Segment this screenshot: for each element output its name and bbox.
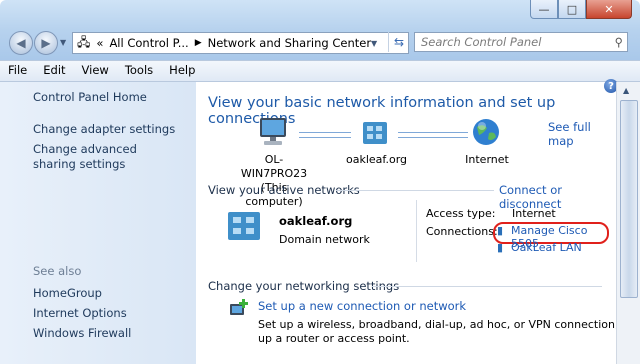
- domain-network-icon: [363, 122, 387, 144]
- vpn-connection-icon: ▮: [497, 224, 504, 237]
- recent-pages-chevron-icon[interactable]: ▼: [60, 38, 66, 47]
- setup-connection-desc-2: up a router or access point.: [258, 332, 410, 345]
- domain-network-icon: [228, 212, 260, 240]
- sidebar-item-advanced-sharing[interactable]: Change advanced sharing settings: [33, 142, 173, 172]
- setup-connection-link[interactable]: Set up a new connection or network: [258, 299, 466, 313]
- section-divider: [336, 190, 494, 191]
- section-divider: [372, 286, 602, 287]
- see-also-internet-options[interactable]: Internet Options: [33, 306, 127, 321]
- task-pane: Control Panel Home Change adapter settin…: [0, 82, 196, 364]
- active-network-type: Domain network: [279, 233, 370, 246]
- back-button[interactable]: ◀: [9, 31, 33, 55]
- address-dropdown-icon[interactable]: ▼: [371, 39, 377, 48]
- search-icon[interactable]: ⚲: [615, 35, 623, 49]
- see-also-label: See also: [33, 264, 82, 278]
- breadcrumb-network-sharing[interactable]: Network and Sharing Center: [208, 36, 371, 50]
- menu-bar: File Edit View Tools Help: [0, 60, 640, 82]
- new-connection-icon: [230, 299, 248, 315]
- access-type-label: Access type:: [426, 207, 496, 220]
- networking-settings-heading: Change your networking settings: [208, 279, 400, 293]
- connections-label: Connections:: [426, 225, 498, 238]
- computer-name: OL-WIN7PRO23: [240, 153, 308, 180]
- connection-oakleaf-lan[interactable]: OakLeaf LAN: [511, 241, 582, 254]
- map-network-label: oakleaf.org: [346, 153, 408, 166]
- breadcrumb-all-control-panel[interactable]: All Control P...: [109, 36, 188, 50]
- network-sharing-window: — □ ✕ ◀ ▶ ▼ 🖧 « All Control P... ▶ Netwo…: [0, 0, 640, 364]
- sidebar-item-adapter-settings[interactable]: Change adapter settings: [33, 122, 175, 137]
- active-network-name: oakleaf.org: [279, 214, 353, 228]
- see-full-map-link[interactable]: See full map: [548, 120, 616, 148]
- window-controls: — □ ✕: [530, 0, 632, 19]
- lan-connection-icon: ▮: [497, 241, 504, 254]
- maximize-button[interactable]: □: [558, 0, 586, 19]
- title-bar: — □ ✕: [0, 0, 640, 26]
- refresh-button[interactable]: ⇆: [388, 32, 409, 52]
- network-details-divider: [416, 200, 417, 262]
- computer-icon: [260, 118, 286, 145]
- connection-line: [398, 132, 468, 138]
- sidebar-item-control-panel-home[interactable]: Control Panel Home: [33, 90, 147, 105]
- map-internet-label: Internet: [465, 153, 509, 166]
- setup-connection-desc-1: Set up a wireless, broadband, dial-up, a…: [258, 318, 640, 331]
- vertical-scrollbar[interactable]: ▲: [616, 82, 640, 364]
- menu-view[interactable]: View: [74, 61, 117, 81]
- menu-tools[interactable]: Tools: [117, 61, 161, 81]
- search-placeholder: Search Control Panel: [421, 35, 542, 49]
- scroll-thumb[interactable]: [620, 100, 638, 298]
- scroll-up-icon[interactable]: ▲: [623, 86, 629, 95]
- menu-file[interactable]: File: [0, 61, 35, 81]
- network-icon: 🖧: [77, 34, 91, 49]
- search-input[interactable]: Search Control Panel ⚲: [414, 32, 628, 52]
- breadcrumb-separator-icon[interactable]: ▶: [195, 38, 202, 48]
- internet-globe-icon: [473, 119, 499, 145]
- navigation-bar: ◀ ▶ ▼ 🖧 « All Control P... ▶ Network and…: [0, 28, 640, 58]
- main-content: ? View your basic network information an…: [196, 79, 640, 364]
- see-also-windows-firewall[interactable]: Windows Firewall: [33, 326, 131, 341]
- minimize-button[interactable]: —: [530, 0, 558, 19]
- forward-button[interactable]: ▶: [34, 31, 58, 55]
- close-button[interactable]: ✕: [586, 0, 632, 19]
- menu-help[interactable]: Help: [161, 61, 203, 81]
- connection-line: [299, 132, 351, 138]
- see-also-homegroup[interactable]: HomeGroup: [33, 286, 102, 301]
- address-prefix[interactable]: «: [96, 36, 103, 50]
- menu-edit[interactable]: Edit: [35, 61, 73, 81]
- access-type-value: Internet: [512, 207, 556, 220]
- this-computer-label: OL-WIN7PRO23 (This computer): [234, 153, 314, 209]
- address-bar[interactable]: 🖧 « All Control P... ▶ Network and Shari…: [72, 32, 409, 54]
